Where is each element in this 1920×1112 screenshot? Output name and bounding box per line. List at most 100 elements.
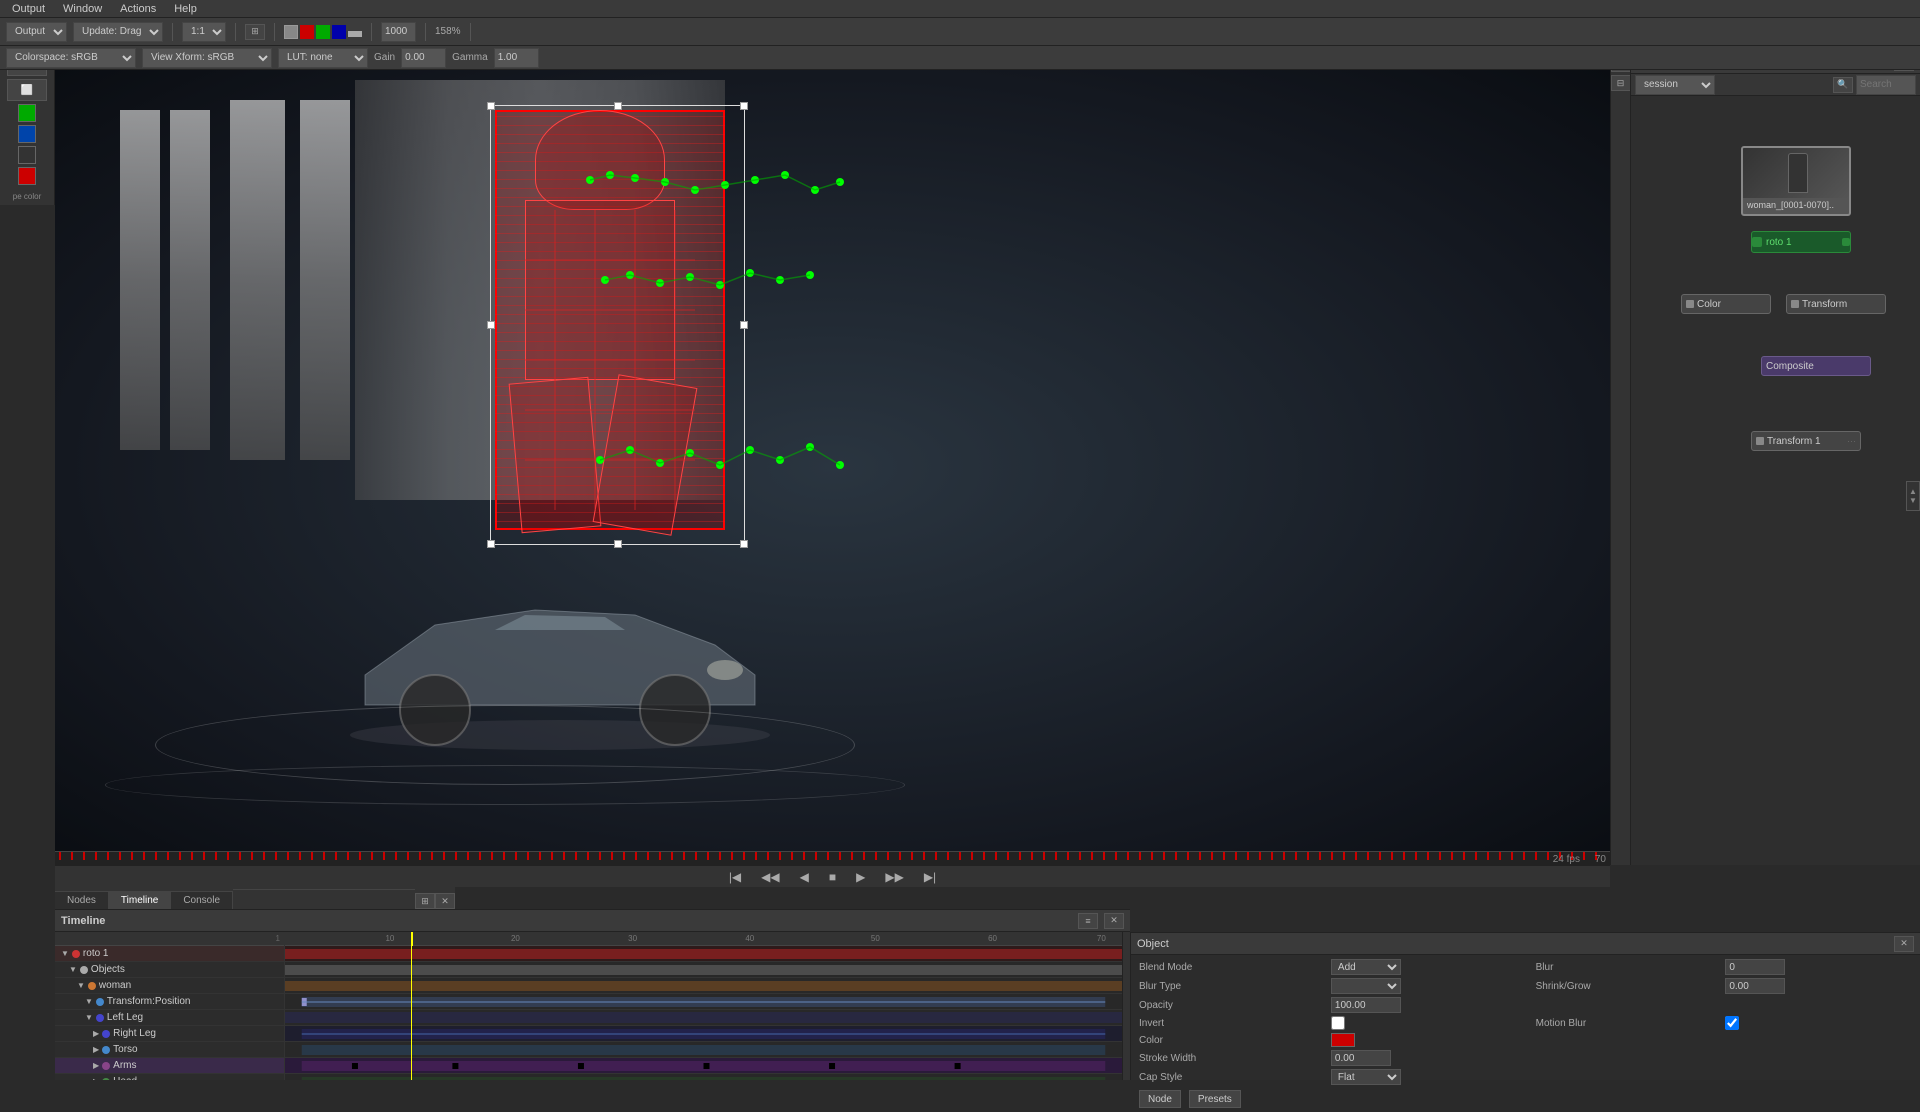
presets-btn[interactable]: Presets	[1189, 1090, 1241, 1108]
node-search-btn[interactable]: 🔍	[1833, 77, 1853, 93]
expand-torso[interactable]: ▶	[93, 1045, 99, 1054]
gain-label: Gain	[374, 52, 395, 63]
woman-node[interactable]: woman_[0001-0070]..	[1741, 146, 1851, 216]
gain-input[interactable]	[401, 48, 446, 68]
transform1-dots: ···	[1847, 436, 1856, 446]
channel-a[interactable]	[348, 31, 362, 37]
blur-type-select[interactable]	[1331, 978, 1401, 994]
light-panel-2	[170, 110, 210, 450]
tl-row-roto1: ▼ roto 1	[55, 946, 284, 962]
opacity-input[interactable]	[1331, 997, 1401, 1013]
color-node-icon	[1686, 300, 1694, 308]
blend-mode-select[interactable]: Add	[1331, 959, 1401, 975]
node-search-input[interactable]	[1856, 75, 1916, 95]
expand-roto1[interactable]: ▼	[61, 949, 69, 958]
timeline-title: Timeline	[61, 915, 105, 927]
gamma-input[interactable]	[494, 48, 539, 68]
channel-all[interactable]	[284, 25, 298, 39]
scroll-up-arrow[interactable]: ▲	[1909, 487, 1917, 496]
expand-transform-pos[interactable]: ▼	[85, 997, 93, 1006]
composite-node[interactable]: Composite	[1761, 356, 1871, 376]
output-select[interactable]: Output	[6, 22, 67, 42]
roto1-label: roto 1	[1766, 237, 1792, 248]
tl-ruler: 10 20 30 40 50 60 70	[285, 932, 1122, 946]
tl-row-objects: ▼ Objects	[55, 962, 284, 978]
node-btn[interactable]: Node	[1139, 1090, 1181, 1108]
channel-g[interactable]	[316, 25, 330, 39]
cap-style-label: Cap Style	[1139, 1072, 1323, 1083]
woman-node-label: woman_[0001-0070]..	[1743, 198, 1849, 212]
color-swatch-red[interactable]	[18, 167, 36, 185]
color-node[interactable]: Color	[1681, 294, 1771, 314]
props-close-btn[interactable]: ✕	[1894, 936, 1914, 952]
menu-output[interactable]: Output	[4, 1, 53, 17]
roto1-node[interactable]: roto 1	[1751, 231, 1851, 253]
tl-playhead-top	[411, 932, 413, 946]
tab-nodes[interactable]: Nodes	[55, 891, 109, 909]
cap-style-select[interactable]: Flat	[1331, 1069, 1401, 1085]
composite-node-label: Composite	[1766, 361, 1814, 372]
color-swatch-dark[interactable]	[18, 146, 36, 164]
go-end-btn[interactable]: ▶|	[920, 868, 940, 886]
track-group-head	[585, 160, 885, 223]
transform-node-label: Transform	[1802, 299, 1847, 310]
go-start-btn[interactable]: |◀	[725, 868, 745, 886]
ruler-60: 60	[988, 934, 997, 943]
channel-r[interactable]	[300, 25, 314, 39]
color-swatch[interactable]	[1331, 1033, 1355, 1047]
tl-float-btn[interactable]: ⊞	[415, 893, 435, 909]
menu-window[interactable]: Window	[55, 1, 110, 17]
channel-b[interactable]	[332, 25, 346, 39]
lut-select[interactable]: LUT: none	[278, 48, 368, 68]
motion-blur-checkbox[interactable]	[1725, 1016, 1739, 1030]
frame-input[interactable]	[381, 22, 416, 42]
next-btn[interactable]: ▶▶	[881, 868, 907, 886]
expand-objects[interactable]: ▼	[69, 965, 77, 974]
expand-woman[interactable]: ▼	[77, 981, 85, 990]
tool-brush[interactable]: ⬜	[7, 79, 47, 101]
fit-btn[interactable]: ⊞	[245, 24, 265, 40]
color-swatch-blue[interactable]	[18, 125, 36, 143]
expand-rightleg[interactable]: ▶	[93, 1029, 99, 1038]
ruler-20: 20	[511, 934, 520, 943]
label-transform-pos: Transform:Position	[107, 996, 191, 1007]
tab-timeline[interactable]: Timeline	[109, 891, 171, 909]
invert-checkbox[interactable]	[1331, 1016, 1345, 1030]
colorspace-select[interactable]: Colorspace: sRGB	[6, 48, 136, 68]
label-rightleg: Right Leg	[113, 1028, 156, 1039]
blur-type-label: Blur Type	[1139, 981, 1323, 992]
shrink-grow-input[interactable]	[1725, 978, 1785, 994]
scroll-down-arrow[interactable]: ▼	[1909, 496, 1917, 505]
view-btn-2[interactable]: ⊟	[1611, 75, 1631, 91]
roto1-right-port	[1842, 238, 1850, 246]
expand-arms[interactable]: ▶	[93, 1061, 99, 1070]
tab-console[interactable]: Console	[171, 891, 233, 909]
track-group-legs	[595, 425, 895, 498]
blur-input[interactable]	[1725, 959, 1785, 975]
xform-select[interactable]: View Xform: sRGB	[142, 48, 272, 68]
session-select[interactable]: session	[1635, 75, 1715, 95]
ruler-50: 50	[871, 934, 880, 943]
node-scroll-arrows[interactable]: ▲ ▼	[1906, 481, 1920, 511]
tl-close-btn[interactable]: ✕	[435, 893, 455, 909]
floor-circle-2	[105, 765, 905, 805]
menu-actions[interactable]: Actions	[112, 1, 164, 17]
prev-frame-btn[interactable]: ◀◀	[757, 868, 783, 886]
tl-menu-btn[interactable]: ≡	[1078, 913, 1098, 929]
light-panel-4	[300, 100, 350, 460]
play-btn[interactable]: ▶	[852, 868, 869, 886]
transform1-node[interactable]: Transform 1 ···	[1751, 431, 1861, 451]
tl-scrollbar[interactable]	[1122, 932, 1130, 1080]
stop-btn[interactable]: ■	[825, 868, 840, 886]
ratio-select[interactable]: 1:1	[182, 22, 226, 42]
tl-row-head: ▶ Head	[55, 1074, 284, 1080]
prev-btn[interactable]: ◀	[796, 868, 813, 886]
stroke-width-input[interactable]	[1331, 1050, 1391, 1066]
expand-leftleg[interactable]: ▼	[85, 1013, 93, 1022]
update-select[interactable]: Update: Drag	[73, 22, 163, 42]
shrink-grow-label: Shrink/Grow	[1536, 981, 1718, 992]
menu-help[interactable]: Help	[166, 1, 205, 17]
transform-node[interactable]: Transform	[1786, 294, 1886, 314]
color-swatch-green[interactable]	[18, 104, 36, 122]
tl-close2-btn[interactable]: ✕	[1104, 913, 1124, 929]
